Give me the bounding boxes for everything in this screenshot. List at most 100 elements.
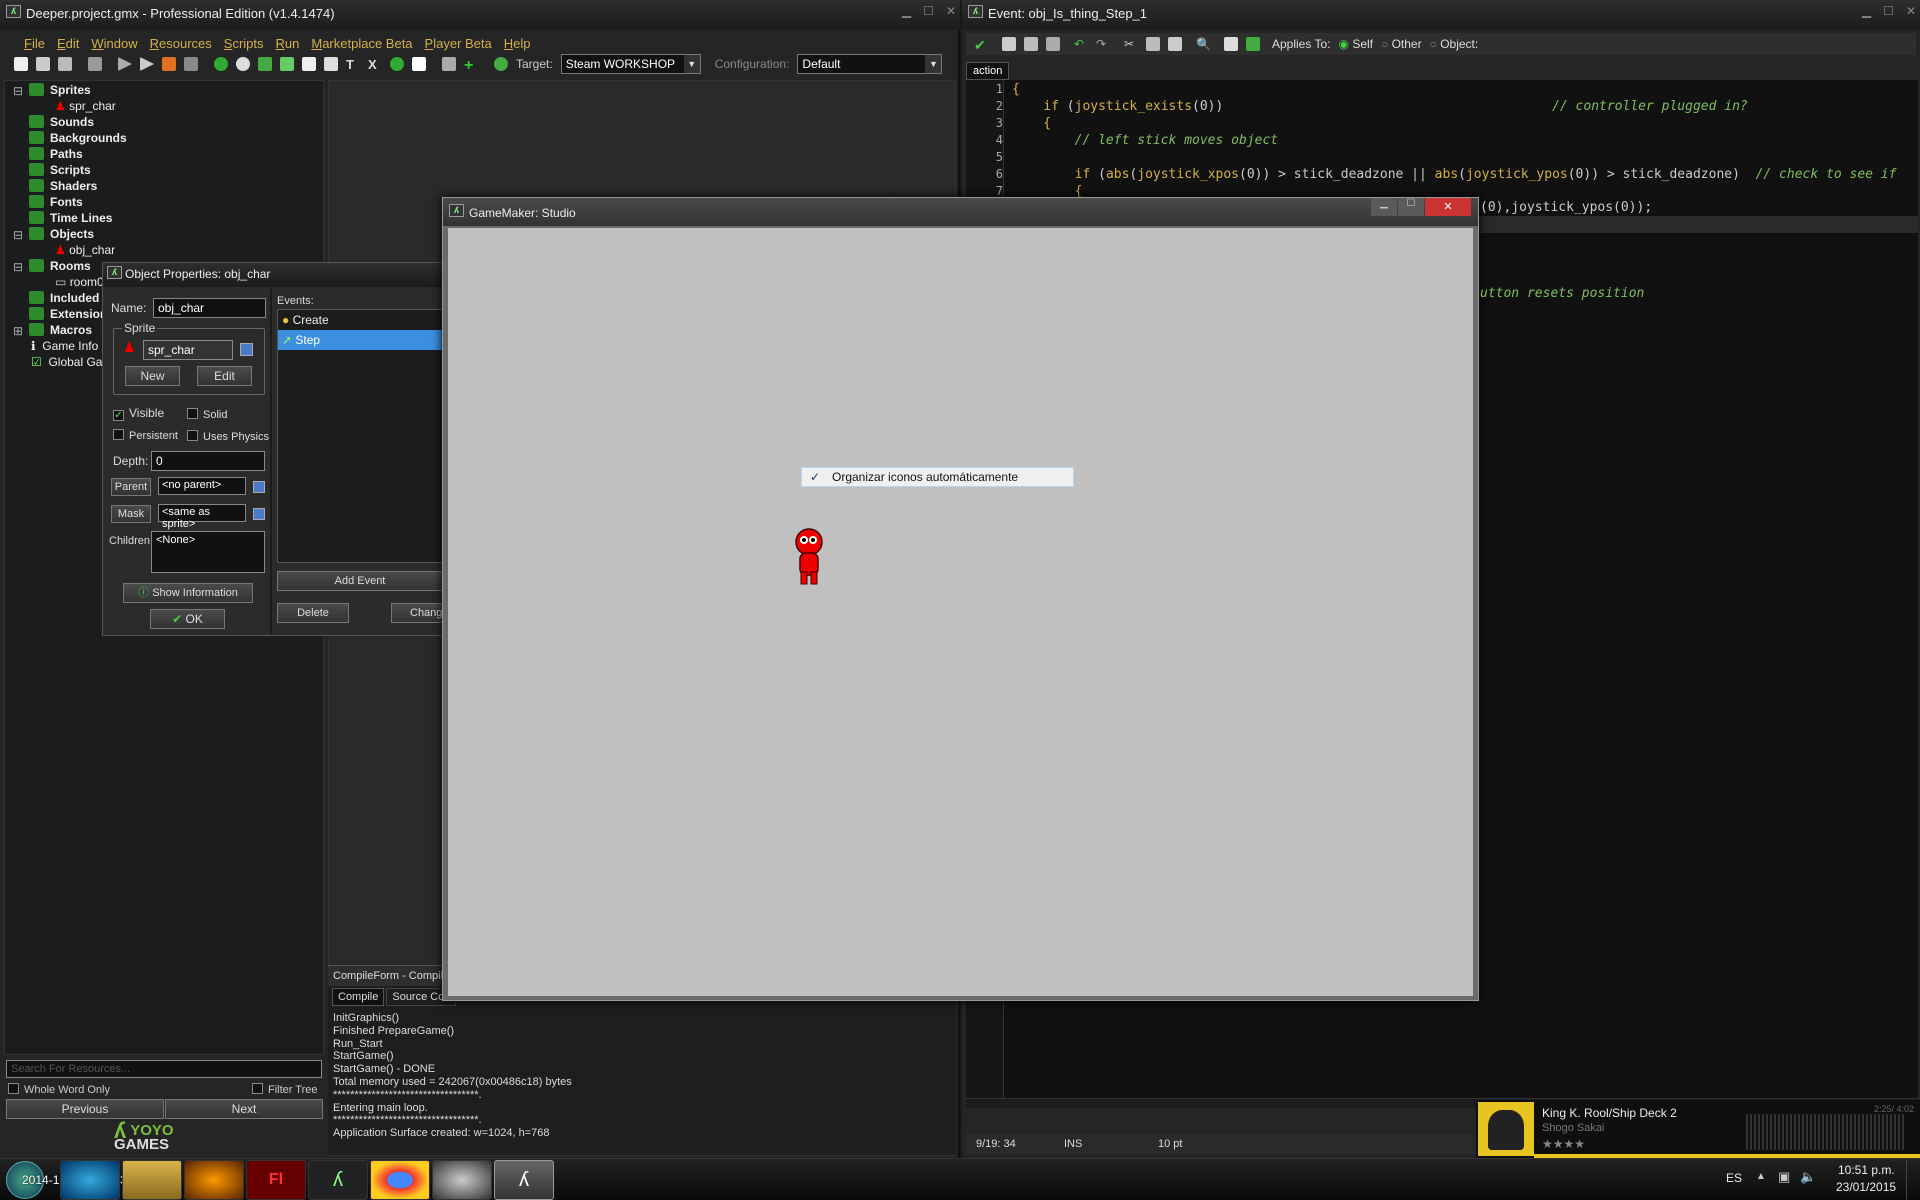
- add-icon[interactable]: +: [464, 57, 478, 74]
- filter-tree-checkbox[interactable]: Filter Tree: [252, 1083, 318, 1096]
- mask-button[interactable]: Mask: [111, 505, 151, 523]
- show-information-button[interactable]: ⓘ Show Information: [123, 583, 253, 603]
- uses-physics-checkbox[interactable]: Uses Physics: [187, 430, 269, 443]
- tree-item-shaders[interactable]: Shaders: [29, 179, 97, 193]
- change-event-button[interactable]: Chang: [391, 603, 443, 623]
- tree-item-timelines[interactable]: Time Lines: [29, 211, 112, 225]
- ok-button[interactable]: ✔ OK: [150, 609, 225, 629]
- debug-icon[interactable]: [140, 57, 154, 71]
- event-item-step[interactable]: ➚ Step: [278, 330, 442, 350]
- find-icon[interactable]: 🔍: [1196, 37, 1211, 51]
- print-icon[interactable]: [1046, 37, 1060, 51]
- sprite-icon[interactable]: [214, 57, 228, 71]
- object-radio[interactable]: ○ Object:: [1430, 37, 1479, 51]
- menu-marketplace[interactable]: Marketplace Beta: [311, 36, 412, 51]
- script-icon[interactable]: [302, 57, 316, 71]
- menu-player-beta[interactable]: Player Beta: [425, 36, 492, 51]
- name-input[interactable]: obj_char: [153, 298, 266, 318]
- sound-icon[interactable]: [236, 57, 250, 71]
- minimize-icon[interactable]: ▁: [902, 4, 911, 18]
- game-info-icon[interactable]: [442, 57, 456, 71]
- menu-window[interactable]: Window: [91, 36, 137, 51]
- delete-event-button[interactable]: Delete: [277, 603, 349, 623]
- room-icon[interactable]: [412, 57, 426, 71]
- persistent-checkbox[interactable]: Persistent: [113, 429, 178, 442]
- open-icon[interactable]: [36, 57, 50, 71]
- close-icon[interactable]: ✕: [946, 4, 956, 18]
- volume-icon[interactable]: 🔈: [1800, 1169, 1816, 1185]
- parent-button[interactable]: Parent: [111, 478, 151, 496]
- clock-time[interactable]: 10:51 p.m.: [1838, 1163, 1895, 1177]
- export-icon[interactable]: [88, 57, 102, 71]
- add-event-button[interactable]: Add Event: [277, 571, 443, 591]
- tray-up-icon[interactable]: ▲: [1756, 1171, 1766, 1182]
- edit-sprite-button[interactable]: Edit: [197, 366, 252, 386]
- font-icon[interactable]: T: [346, 57, 360, 72]
- save-icon[interactable]: [1024, 37, 1038, 51]
- taskbar-explorer-icon[interactable]: [122, 1160, 182, 1200]
- menu-scripts[interactable]: Scripts: [224, 36, 264, 51]
- taskbar-media-icon[interactable]: [184, 1160, 244, 1200]
- previous-button[interactable]: Previous: [6, 1099, 164, 1119]
- rating-stars[interactable]: ★★★★: [1542, 1137, 1585, 1151]
- menu-run[interactable]: Run: [276, 36, 300, 51]
- parent-input[interactable]: <no parent>: [158, 477, 246, 495]
- next-button[interactable]: Next: [165, 1099, 323, 1119]
- tree-item-obj-char[interactable]: ♟ obj_char: [55, 243, 115, 257]
- solid-checkbox[interactable]: Solid: [187, 408, 227, 421]
- tree-expand-icon[interactable]: ⊟: [13, 84, 23, 98]
- shader-icon[interactable]: [324, 57, 338, 71]
- tree-item-scripts[interactable]: Scripts: [29, 163, 91, 177]
- clean-icon[interactable]: [184, 57, 198, 71]
- tree-item-fonts[interactable]: Fonts: [29, 195, 83, 209]
- new-file-icon[interactable]: [14, 57, 28, 71]
- whole-word-checkbox[interactable]: Whole Word Only: [8, 1083, 110, 1096]
- timeline-icon[interactable]: X: [368, 57, 382, 72]
- close-icon[interactable]: ✕: [1906, 4, 1916, 18]
- clock-date[interactable]: 23/01/2015: [1836, 1180, 1896, 1194]
- visible-checkbox[interactable]: ✓ Visible: [113, 406, 164, 421]
- language-indicator[interactable]: ES: [1726, 1171, 1742, 1185]
- tree-expand-icon[interactable]: ⊟: [13, 260, 23, 274]
- tree-expand-icon[interactable]: ⊞: [13, 324, 23, 338]
- tree-item-objects[interactable]: Objects: [29, 227, 94, 241]
- copy-icon[interactable]: [1146, 37, 1160, 51]
- browse-sprite-icon[interactable]: [240, 343, 253, 356]
- minimize-button[interactable]: ▁: [1371, 198, 1397, 216]
- menu-help[interactable]: Help: [504, 36, 531, 51]
- tree-item-room0[interactable]: ▭ room0: [55, 275, 104, 289]
- undo-icon[interactable]: ↶: [1074, 37, 1088, 51]
- close-button[interactable]: ✕: [1425, 198, 1471, 216]
- context-menu-item[interactable]: ✓ Organizar iconos automáticamente: [801, 467, 1074, 487]
- paste-icon[interactable]: [1168, 37, 1182, 51]
- export-code-icon[interactable]: [1246, 37, 1260, 51]
- taskbar-gamemaker-active-icon[interactable]: ʎ: [494, 1160, 554, 1200]
- tree-item-sprites[interactable]: Sprites: [29, 83, 91, 97]
- tree-item-sounds[interactable]: Sounds: [29, 115, 94, 129]
- new-sprite-button[interactable]: New: [125, 366, 180, 386]
- tree-item-macros[interactable]: Macros: [29, 323, 92, 337]
- taskbar-flash-icon[interactable]: Fl: [246, 1160, 306, 1200]
- maximize-icon[interactable]: ☐: [1883, 4, 1894, 18]
- checkmark-icon[interactable]: ✔: [974, 37, 988, 53]
- browse-parent-icon[interactable]: [253, 481, 265, 493]
- network-icon[interactable]: ▣: [1778, 1169, 1790, 1185]
- tree-item-extensions[interactable]: Extension: [29, 307, 107, 321]
- taskbar-gamemaker-icon[interactable]: ʎ: [308, 1160, 368, 1200]
- show-desktop-button[interactable]: [1906, 1159, 1920, 1200]
- resource-search-input[interactable]: Search For Resources...: [6, 1060, 322, 1078]
- tree-item-rooms[interactable]: Rooms: [29, 259, 91, 273]
- menu-edit[interactable]: Edit: [57, 36, 79, 51]
- tab-action[interactable]: action: [966, 62, 1010, 80]
- taskbar-chrome-icon[interactable]: [370, 1160, 430, 1200]
- tree-item-included[interactable]: Included: [29, 291, 99, 305]
- game-canvas[interactable]: ✓ Organizar iconos automáticamente: [448, 228, 1473, 996]
- mask-input[interactable]: <same as sprite>: [158, 504, 246, 530]
- path-icon[interactable]: [280, 57, 294, 71]
- events-list[interactable]: ● Create ➚ Step: [277, 309, 443, 563]
- minimize-icon[interactable]: ▁: [1862, 4, 1871, 18]
- taskbar-app-icon[interactable]: [432, 1160, 492, 1200]
- grid-icon[interactable]: [1224, 37, 1238, 51]
- run-icon[interactable]: [118, 57, 132, 71]
- tree-item-global-game[interactable]: ☑ Global Gar: [31, 355, 106, 369]
